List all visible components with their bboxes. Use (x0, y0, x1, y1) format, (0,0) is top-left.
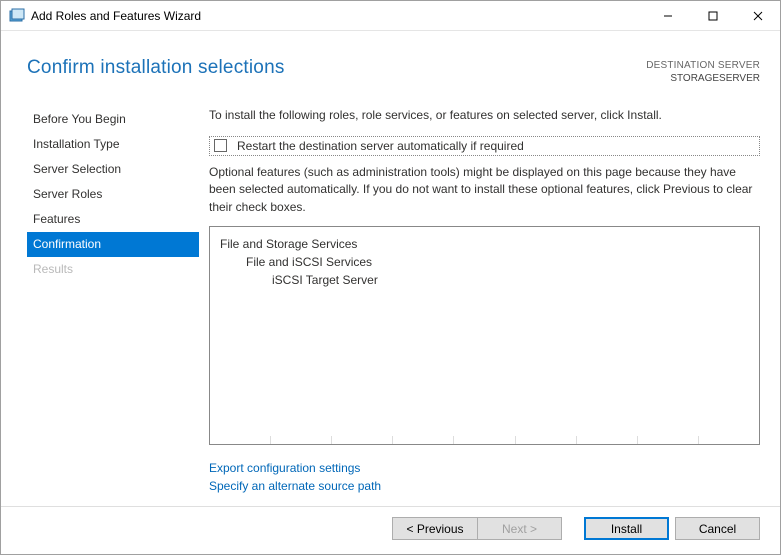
destination-label: DESTINATION SERVER (646, 59, 760, 72)
step-server-selection[interactable]: Server Selection (27, 157, 199, 182)
body: Before You Begin Installation Type Serve… (1, 95, 780, 506)
feature-item: File and Storage Services (220, 235, 749, 253)
main-panel: To install the following roles, role ser… (199, 101, 760, 506)
minimize-button[interactable] (645, 1, 690, 30)
alternate-source-link[interactable]: Specify an alternate source path (209, 477, 760, 496)
step-confirmation[interactable]: Confirmation (27, 232, 199, 257)
optional-features-note: Optional features (such as administratio… (209, 164, 760, 216)
restart-checkbox[interactable] (214, 139, 227, 152)
button-bar: < Previous Next > Install Cancel (1, 506, 780, 554)
titlebar: Add Roles and Features Wizard (1, 1, 780, 31)
feature-item: File and iSCSI Services (220, 253, 749, 271)
destination-name: STORAGESERVER (646, 72, 760, 85)
feature-item: iSCSI Target Server (220, 271, 749, 289)
links: Export configuration settings Specify an… (209, 459, 760, 496)
step-server-roles[interactable]: Server Roles (27, 182, 199, 207)
header: Confirm installation selections DESTINAT… (1, 31, 780, 95)
page-title: Confirm installation selections (27, 57, 646, 79)
window-controls (645, 1, 780, 30)
previous-button[interactable]: < Previous (392, 517, 477, 540)
restart-row[interactable]: Restart the destination server automatic… (209, 136, 760, 156)
export-config-link[interactable]: Export configuration settings (209, 459, 760, 478)
features-list: File and Storage Services File and iSCSI… (209, 226, 760, 445)
window-title: Add Roles and Features Wizard (31, 9, 645, 23)
maximize-button[interactable] (690, 1, 735, 30)
destination-block: DESTINATION SERVER STORAGESERVER (646, 57, 760, 85)
intro-text: To install the following roles, role ser… (209, 107, 760, 124)
step-before-you-begin[interactable]: Before You Begin (27, 107, 199, 132)
wizard-steps: Before You Begin Installation Type Serve… (27, 101, 199, 506)
next-button: Next > (477, 517, 562, 540)
wizard-icon (9, 8, 25, 24)
step-installation-type[interactable]: Installation Type (27, 132, 199, 157)
restart-label: Restart the destination server automatic… (237, 139, 524, 153)
close-button[interactable] (735, 1, 780, 30)
install-button[interactable]: Install (584, 517, 669, 540)
step-results: Results (27, 257, 199, 282)
step-features[interactable]: Features (27, 207, 199, 232)
ruler-ticks (210, 436, 759, 444)
cancel-button[interactable]: Cancel (675, 517, 760, 540)
